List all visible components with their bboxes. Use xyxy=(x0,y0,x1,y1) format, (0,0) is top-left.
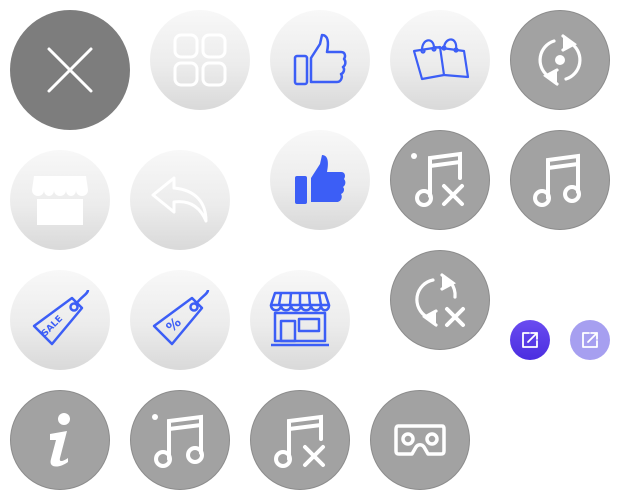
share-button[interactable] xyxy=(510,320,550,360)
music-remove-icon xyxy=(410,150,470,210)
grid-button[interactable] xyxy=(150,10,250,110)
percent-tag-icon: % xyxy=(150,289,210,350)
repeat-off-icon xyxy=(411,271,469,329)
share-icon xyxy=(580,330,600,350)
shopping-bags-icon xyxy=(410,35,470,85)
sale-tag-button[interactable]: SALE xyxy=(10,270,110,370)
reply-button[interactable] xyxy=(130,150,230,250)
music-remove-button-2[interactable] xyxy=(250,390,350,490)
discount-tag-button[interactable]: % xyxy=(130,270,230,370)
like-filled-button[interactable] xyxy=(270,130,370,230)
store-button[interactable] xyxy=(10,150,110,250)
thumbs-up-outline-icon xyxy=(292,32,348,88)
music-remove-icon xyxy=(271,411,329,469)
close-button[interactable] xyxy=(10,10,130,130)
music-icon xyxy=(532,152,588,208)
share-icon xyxy=(520,330,540,350)
sale-tag-icon: SALE xyxy=(30,289,90,350)
vr-button[interactable] xyxy=(370,390,470,490)
grid-icon xyxy=(172,32,228,88)
repeat-icon xyxy=(532,32,588,88)
music-add-button[interactable] xyxy=(130,390,230,490)
shop-icon xyxy=(269,291,331,349)
shop-button[interactable] xyxy=(250,270,350,370)
close-icon xyxy=(45,45,95,95)
info-button[interactable] xyxy=(10,390,110,490)
shopping-button[interactable] xyxy=(390,10,490,110)
music-remove-button[interactable] xyxy=(390,130,490,230)
info-icon xyxy=(40,412,80,468)
storefront-icon xyxy=(30,174,90,226)
music-button[interactable] xyxy=(510,130,610,230)
thumbs-up-filled-icon xyxy=(292,152,348,208)
repeat-off-button[interactable] xyxy=(390,250,490,350)
reply-icon xyxy=(150,175,210,225)
repeat-button[interactable] xyxy=(510,10,610,110)
like-button[interactable] xyxy=(270,10,370,110)
music-add-icon xyxy=(151,411,209,469)
share-button-disabled[interactable] xyxy=(570,320,610,360)
vr-headset-icon xyxy=(394,423,446,457)
